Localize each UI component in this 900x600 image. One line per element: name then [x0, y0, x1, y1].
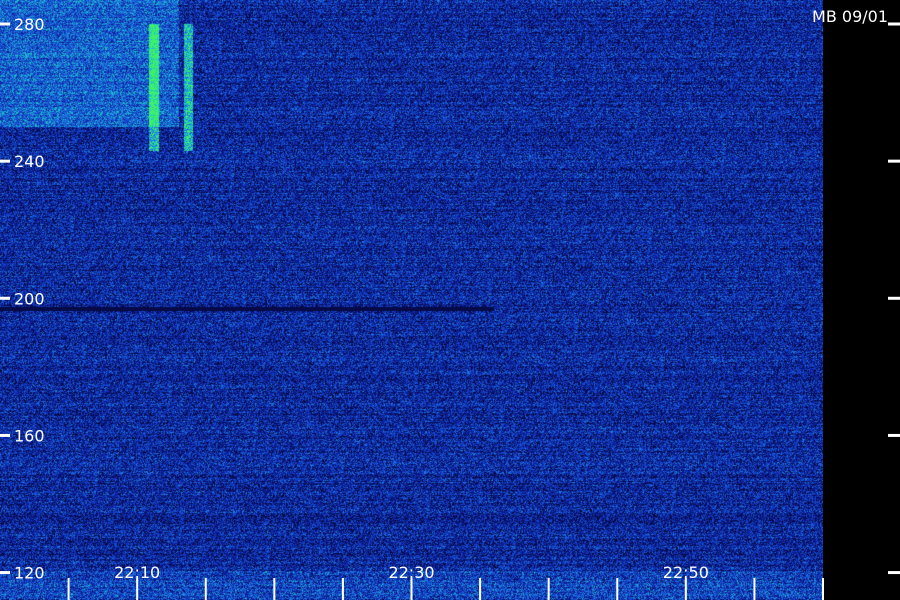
y-tick-label: 280: [14, 15, 45, 34]
y-tick-label: 160: [14, 426, 45, 445]
x-tick-label: 22:50: [663, 563, 709, 582]
y-tick-label: 200: [14, 289, 45, 308]
plot-area: [0, 0, 823, 600]
y-tick-label: 240: [14, 152, 45, 171]
chart-title: MB 09/01: [812, 7, 888, 26]
x-tick-label: 22:30: [388, 563, 434, 582]
y-tick-label: 120: [14, 564, 45, 583]
spectrogram-image: [0, 0, 823, 600]
x-tick-label: 22:10: [114, 563, 160, 582]
spectrogram-chart: 120 160 200 240 280 22:10 22:30 22:50 MB 09/01: [0, 0, 900, 600]
